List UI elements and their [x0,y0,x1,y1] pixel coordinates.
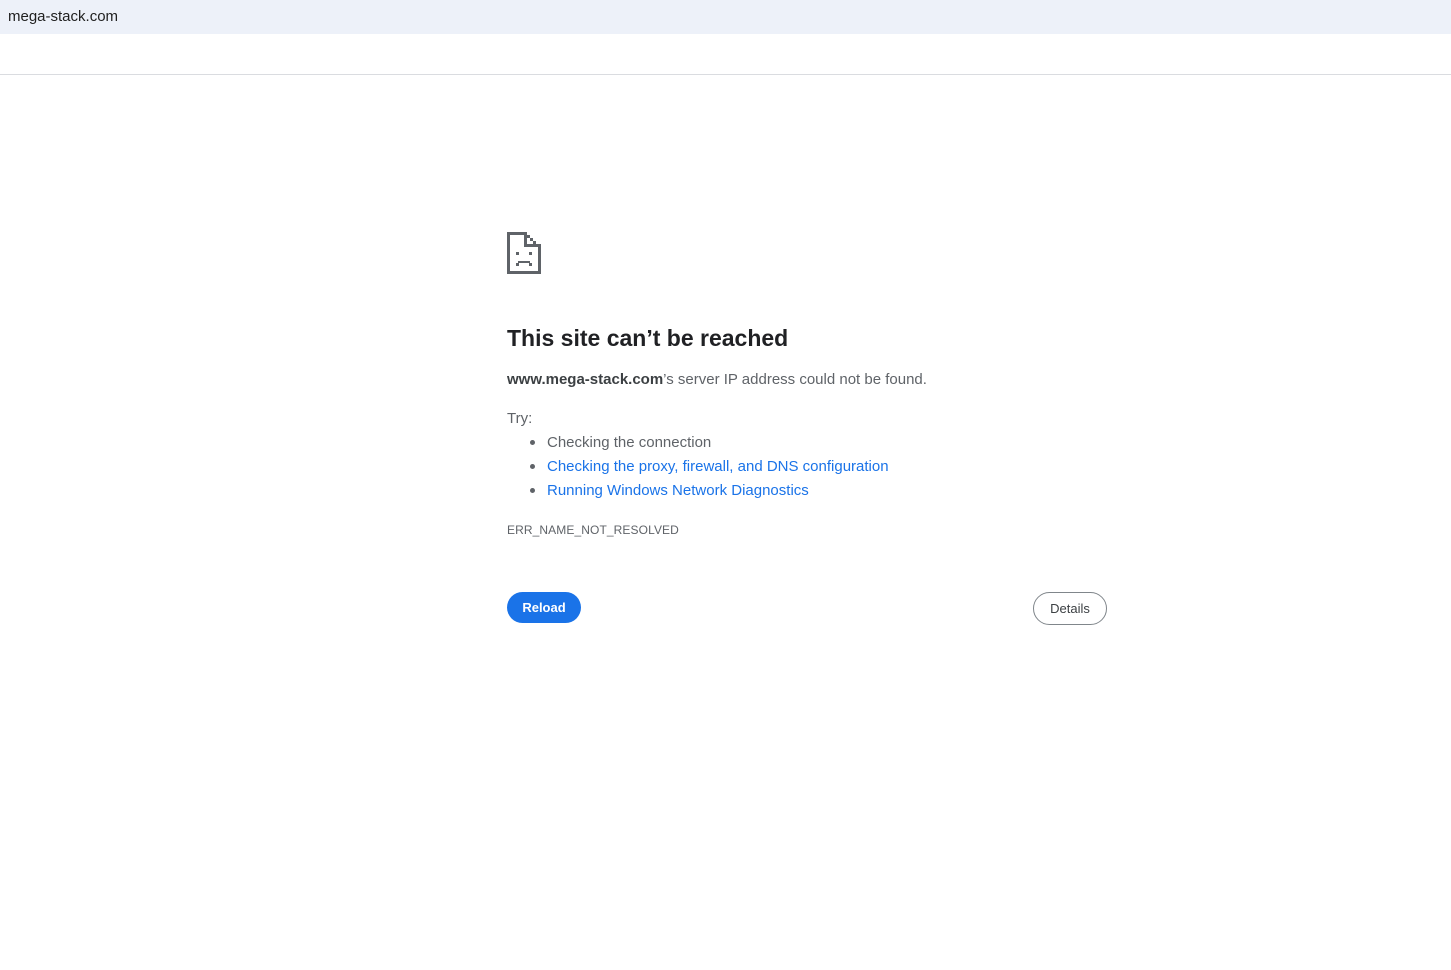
list-item: Checking the connection [507,433,889,457]
reload-button[interactable]: Reload [507,592,581,623]
url-text[interactable]: mega-stack.com [8,8,118,26]
summary-message: ’s server IP address could not be found. [663,371,927,388]
error-summary: www.mega-stack.com’s server IP address c… [507,370,927,390]
sad-document-icon [507,232,541,274]
suggestion-network-diagnostics-link[interactable]: Running Windows Network Diagnostics [547,482,809,499]
toolbar-strip [0,34,1451,75]
error-code: ERR_NAME_NOT_RESOLVED [507,523,679,537]
list-item: Running Windows Network Diagnostics [507,481,889,505]
address-bar[interactable]: mega-stack.com [0,0,1451,34]
summary-host: www.mega-stack.com [507,371,664,388]
list-item: Checking the proxy, firewall, and DNS co… [507,457,889,481]
suggestions-list: Checking the connection Checking the pro… [507,433,889,505]
suggestion-check-connection: Checking the connection [547,434,712,451]
try-label: Try: [507,410,533,427]
page-title: This site can’t be reached [507,325,789,351]
details-button[interactable]: Details [1033,592,1107,625]
suggestion-check-proxy-link[interactable]: Checking the proxy, firewall, and DNS co… [547,458,889,475]
